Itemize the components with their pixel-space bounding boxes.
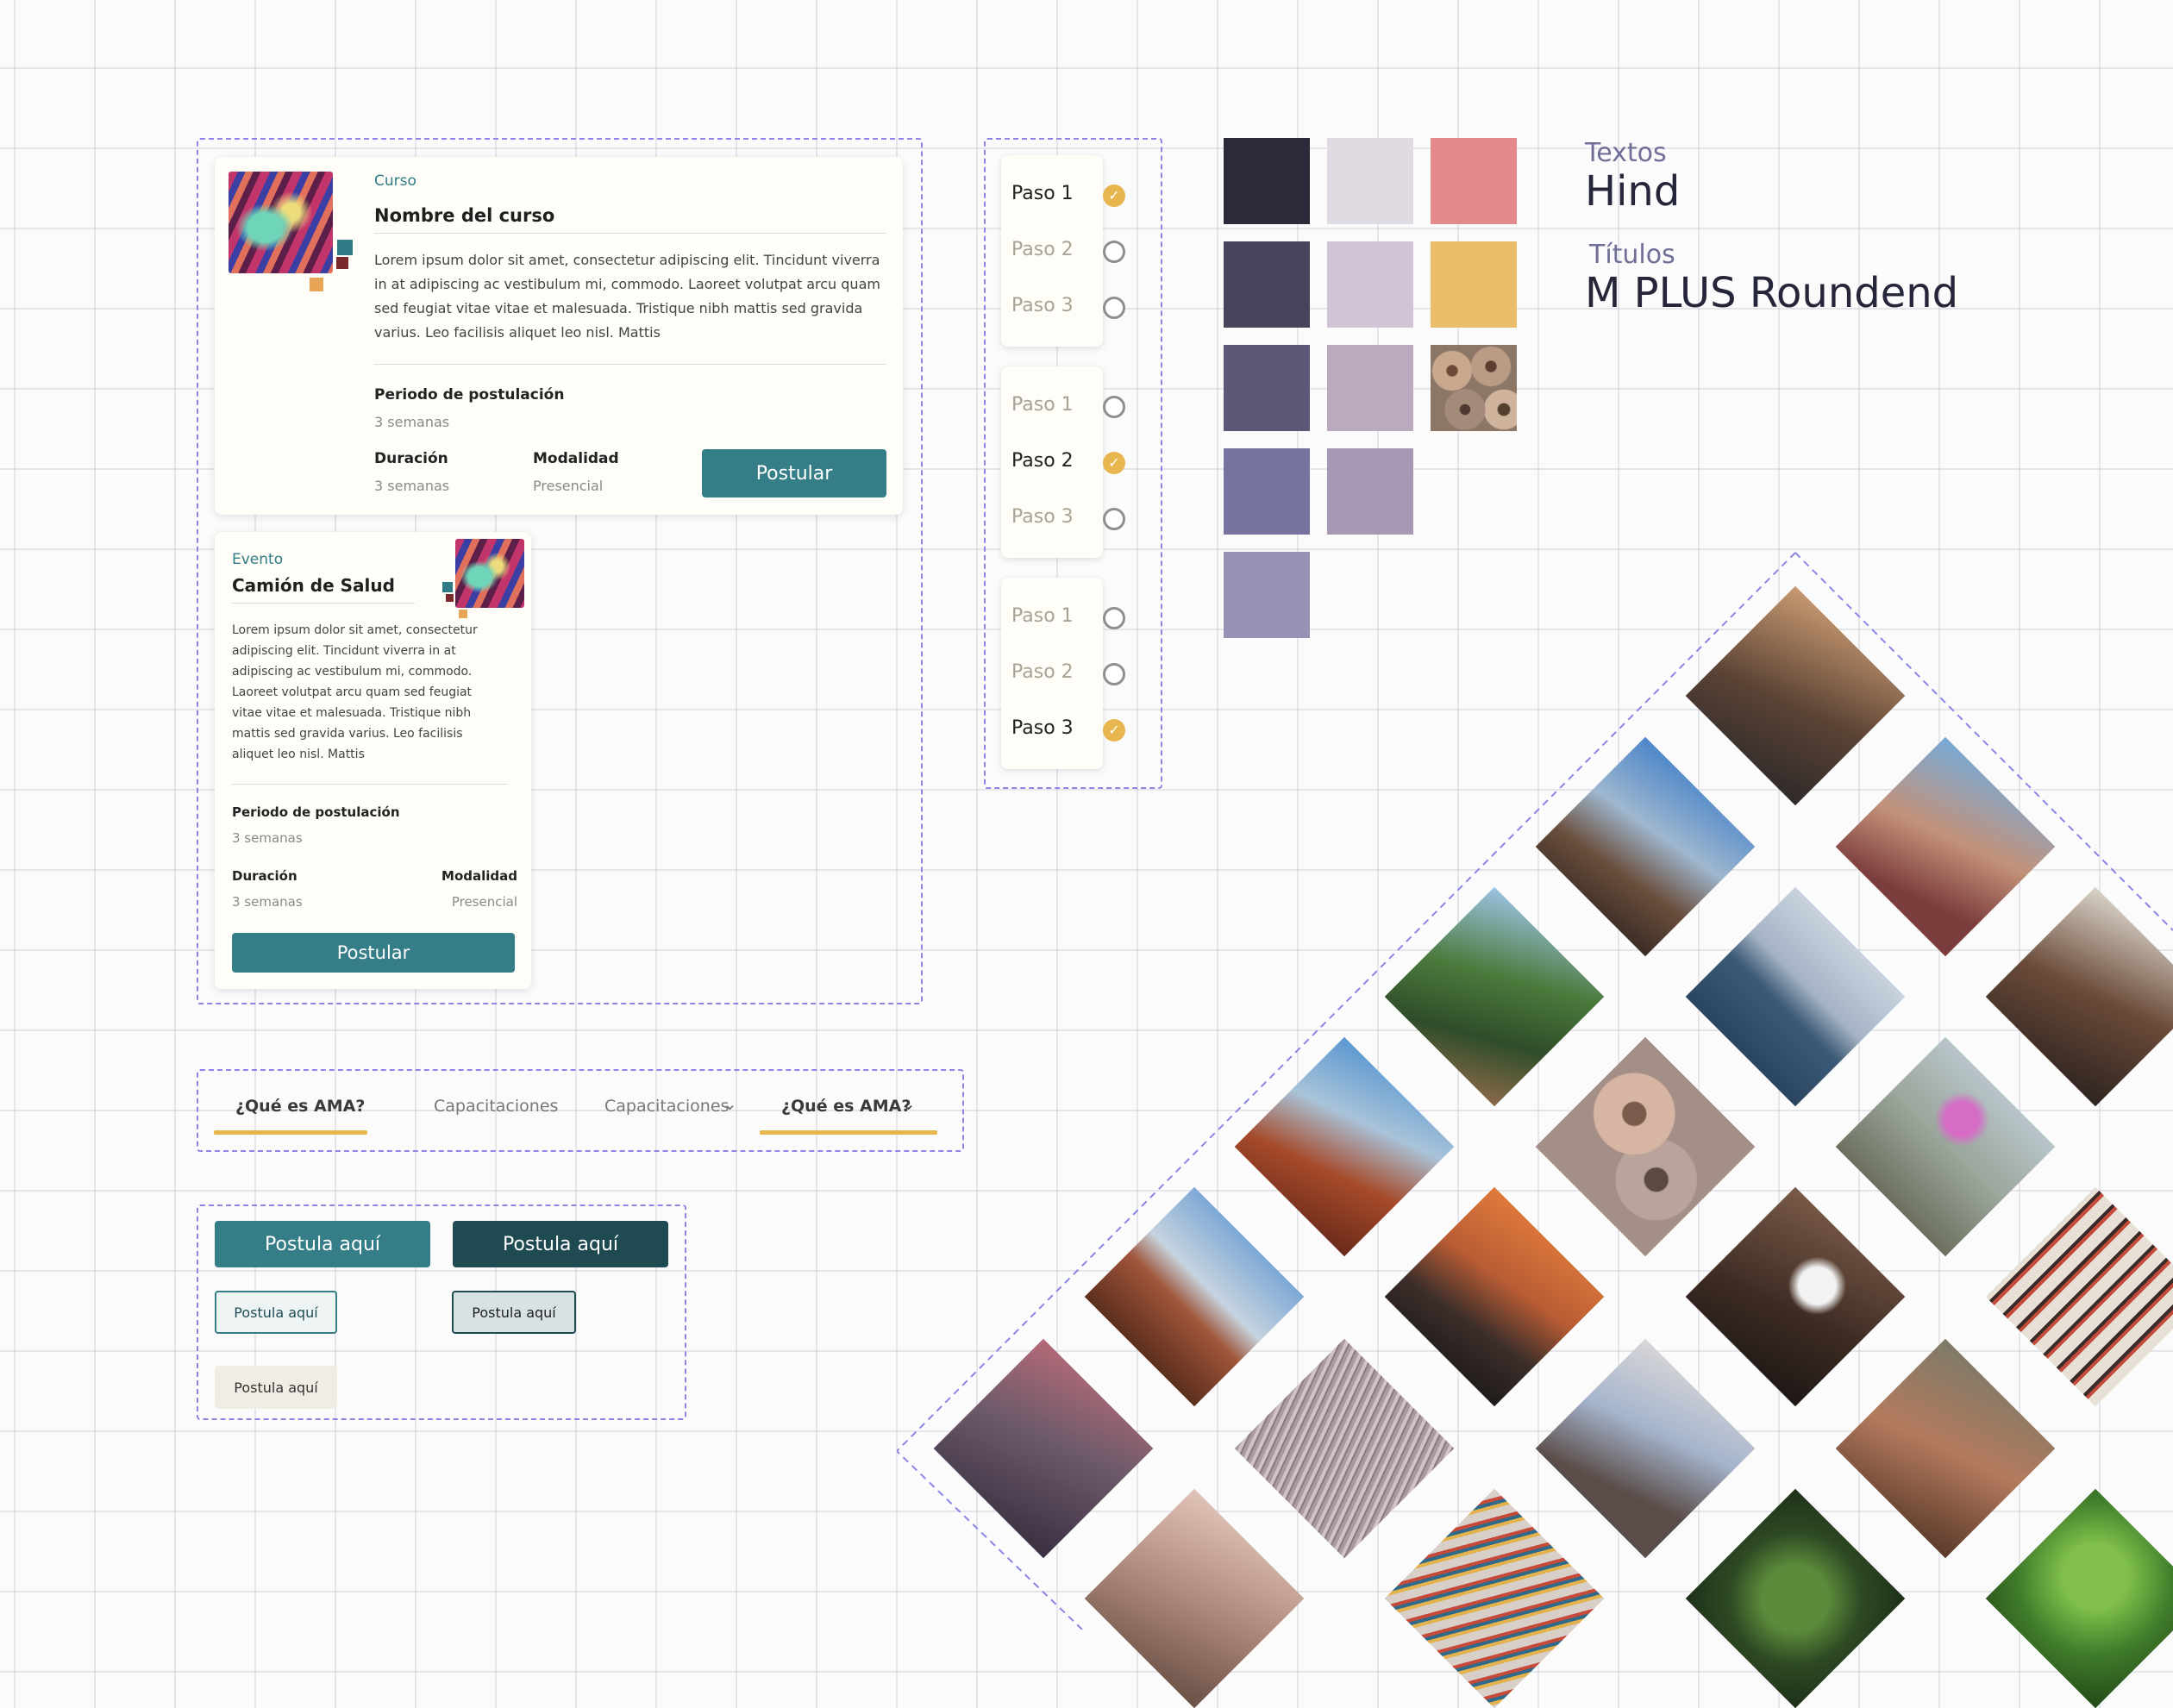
stepper-1-step-3[interactable]: Paso 3 [1011,295,1074,316]
course-duration-label: Duración [374,450,448,467]
event-thumbnail [455,539,524,608]
course-description: Lorem ipsum dolor sit amet, consectetur … [374,252,880,341]
course-period-label: Periodo de postulación [374,386,565,404]
event-mode-value: Presencial [451,894,517,910]
primary-button[interactable]: Postula aquí [215,1221,430,1267]
swatch-col3-1 [1431,138,1517,224]
circle-icon [1103,297,1125,319]
circle-icon [1103,508,1125,530]
course-mode-value: Presencial [533,478,604,494]
check-icon: ✓ [1103,452,1125,474]
course-apply-button[interactable]: Postular [702,449,886,497]
event-card: Evento Camión de Salud Lorem ipsum dolor… [215,532,531,989]
decor-square-maroon [336,257,348,269]
event-period-value: 3 semanas [232,830,303,846]
decor-square-orange [310,278,323,291]
event-duration-value: 3 semanas [232,894,303,910]
course-thumbnail [229,172,333,273]
swatch-col2-4 [1327,448,1413,535]
swatch-col2-2 [1327,241,1413,328]
decor-square-maroon [446,594,454,602]
event-description: Lorem ipsum dolor sit amet, consectetur … [232,623,478,761]
swatch-col1-2 [1224,241,1310,328]
event-category: Evento [232,551,284,568]
nav-item-underline [214,1130,367,1135]
outline-dark-button[interactable]: Postula aquí [452,1291,576,1334]
course-category: Curso [374,172,416,190]
circle-icon [1103,241,1125,263]
course-period-value: 3 semanas [374,414,450,430]
primary-dark-button[interactable]: Postula aquí [453,1221,668,1267]
nav-item-capacitaciones-dropdown[interactable]: Capacitaciones [604,1097,729,1116]
swatch-col2-1 [1327,138,1413,224]
chevron-down-icon: ⌄ [723,1093,737,1114]
event-duration-label: Duración [232,868,297,884]
check-icon: ✓ [1103,185,1125,207]
circle-icon [1103,396,1125,418]
stepper-1-step-1[interactable]: Paso 1 [1011,183,1074,204]
decor-square-teal [442,582,453,592]
typography-text-font: Hind [1585,167,1681,216]
swatch-col2-3 [1327,345,1413,431]
event-title: Camión de Salud [232,575,395,596]
typography-text-label: Textos [1585,138,1667,168]
stepper-2-step-2[interactable]: Paso 2 [1011,450,1074,472]
stepper-2-step-1[interactable]: Paso 1 [1011,394,1074,416]
typography-title-label: Títulos [1589,240,1675,270]
swatch-col3-2 [1431,241,1517,328]
event-title-divider [232,603,415,604]
course-title: Nombre del curso [374,205,555,226]
stepper-2: Paso 1 Paso 2 ✓ Paso 3 [1001,366,1125,558]
swatch-yarn-photo [1431,345,1517,431]
event-apply-button[interactable]: Postular [232,933,515,973]
stepper-1-step-2[interactable]: Paso 2 [1011,239,1074,260]
nav-item-que-es-ama[interactable]: ¿Qué es AMA? [235,1097,365,1116]
typography-title-font: M PLUS Roundend [1585,269,1959,317]
course-desc-divider [374,364,886,365]
ghost-button[interactable]: Postula aquí [215,1366,337,1409]
decor-square-orange [459,610,467,618]
swatch-col1-1 [1224,138,1310,224]
course-card: Curso Nombre del curso Lorem ipsum dolor… [215,157,903,515]
event-period-label: Periodo de postulación [232,804,400,820]
nav-item-que-es-ama-dropdown[interactable]: ¿Qué es AMA? [781,1097,911,1116]
course-duration-value: 3 semanas [374,478,450,494]
swatch-col1-4 [1224,448,1310,535]
stepper-1: Paso 1 ✓ Paso 2 Paso 3 [1001,155,1125,347]
outline-button[interactable]: Postula aquí [215,1291,337,1334]
stepper-2-step-3[interactable]: Paso 3 [1011,506,1074,528]
nav-item-capacitaciones[interactable]: Capacitaciones [434,1097,558,1116]
swatch-col1-3 [1224,345,1310,431]
event-mode-label: Modalidad [441,868,517,884]
course-mode-label: Modalidad [533,450,619,467]
decor-square-teal [337,240,353,255]
event-desc-divider [232,784,508,785]
course-title-divider [374,233,886,234]
